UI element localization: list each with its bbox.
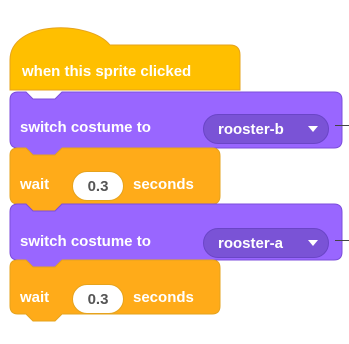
chevron-down-icon bbox=[308, 240, 318, 246]
costume-dropdown-value-1: rooster-b bbox=[218, 120, 284, 138]
switch-costume-label-1: switch costume to bbox=[20, 119, 151, 136]
costume-dropdown-2[interactable]: rooster-a bbox=[203, 228, 329, 258]
wait-duration-value-2: 0.3 bbox=[87, 290, 109, 308]
wait-duration-input-2[interactable]: 0.3 bbox=[72, 284, 124, 314]
wait-duration-input-1[interactable]: 0.3 bbox=[72, 171, 124, 201]
seconds-label-2: seconds bbox=[133, 289, 194, 306]
code-canvas: when this sprite clicked switch costume … bbox=[0, 0, 349, 344]
chevron-down-icon bbox=[308, 126, 318, 132]
wait-duration-value-1: 0.3 bbox=[87, 177, 109, 195]
costume-dropdown-1[interactable]: rooster-b bbox=[203, 114, 329, 144]
costume-dropdown-value-2: rooster-a bbox=[218, 234, 284, 252]
callout-pointer-line bbox=[335, 125, 349, 126]
wait-label-1: wait bbox=[20, 176, 50, 193]
callout-pointer-line bbox=[335, 240, 349, 241]
wait-label-2: wait bbox=[20, 289, 50, 306]
seconds-label-1: seconds bbox=[133, 176, 194, 193]
switch-costume-label-2: switch costume to bbox=[20, 233, 151, 250]
hat-block-label: when this sprite clicked bbox=[22, 63, 192, 80]
